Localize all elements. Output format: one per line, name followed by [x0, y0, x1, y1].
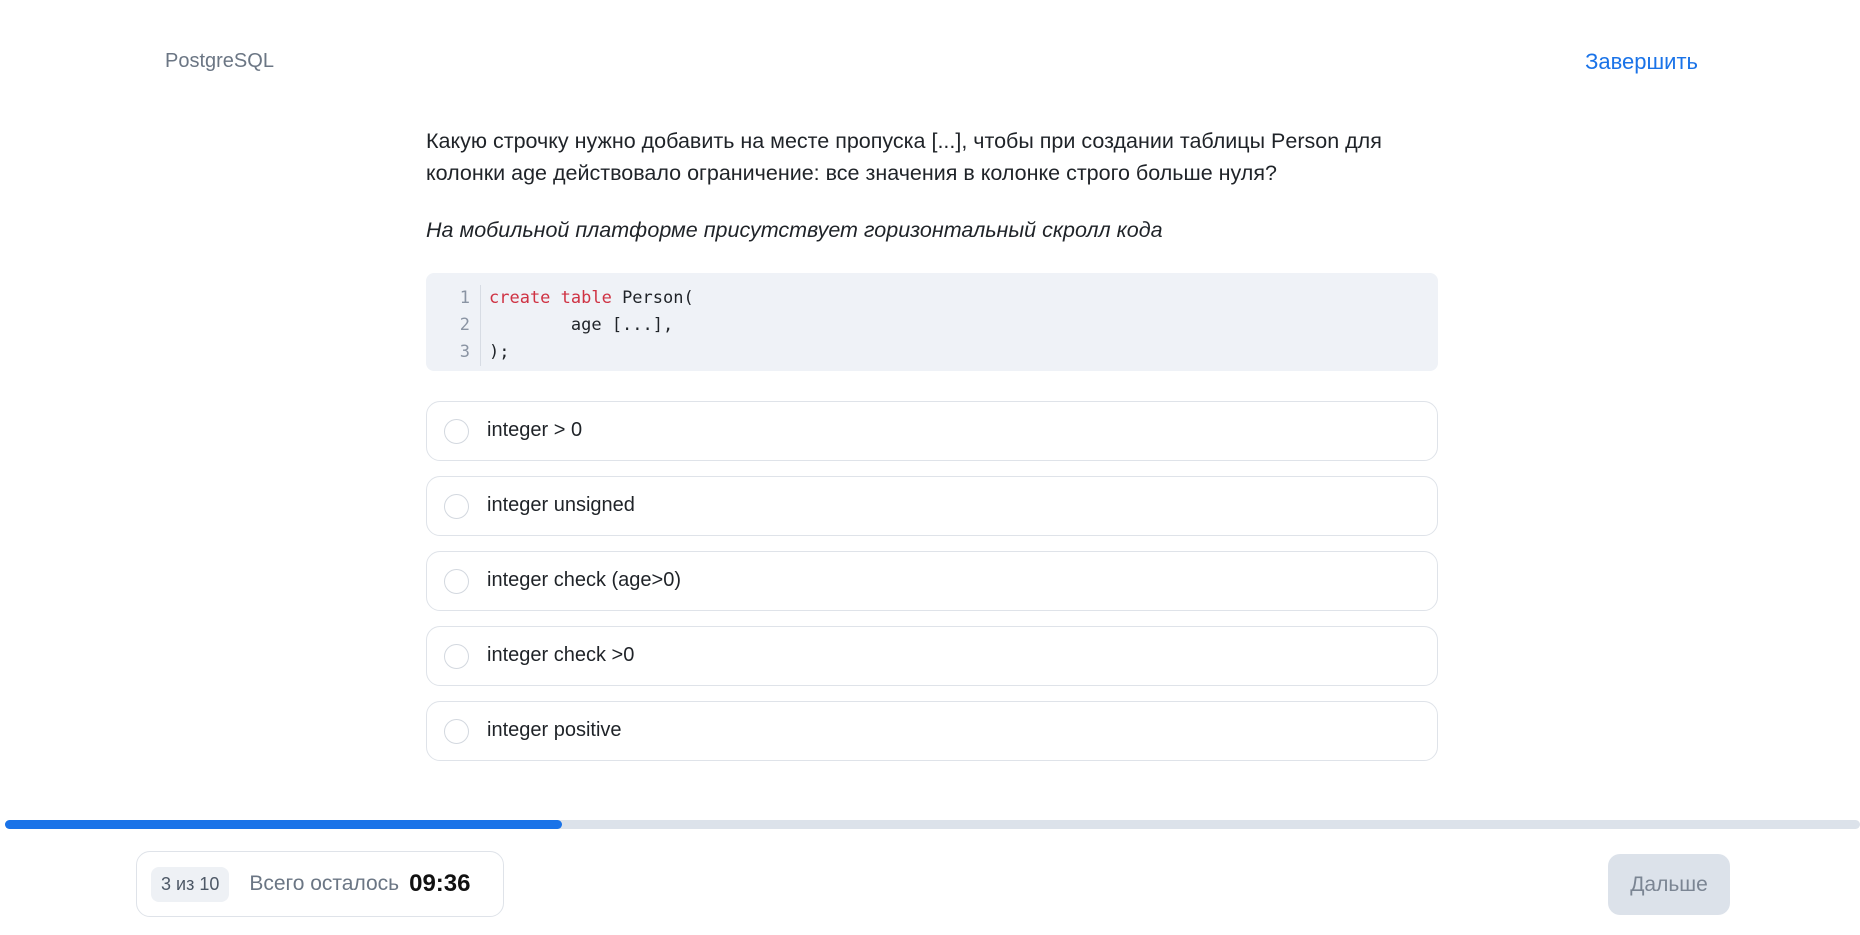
code-block[interactable]: 1 create table Person( 2 age [...], 3);	[426, 273, 1438, 371]
answer-option[interactable]: integer positive	[426, 701, 1438, 761]
question-area: Какую строчку нужно добавить на месте пр…	[426, 125, 1438, 776]
code-scroll-hint: На мобильной платформе присутствует гори…	[426, 218, 1163, 242]
question-text: Какую строчку нужно добавить на месте пр…	[426, 129, 1382, 185]
answer-label: integer unsigned	[487, 494, 635, 516]
answer-label: integer > 0	[487, 419, 583, 441]
line-number: 2	[426, 312, 481, 339]
answer-options: integer > 0 integer unsigned integer che…	[426, 401, 1438, 761]
answer-option[interactable]: integer > 0	[426, 401, 1438, 461]
progress-bar	[5, 820, 1860, 829]
code-keyword: create table	[489, 288, 612, 308]
answer-label: integer positive	[487, 719, 622, 741]
quiz-status: 3 из 10 Всего осталось 09:36	[136, 851, 504, 917]
answer-option[interactable]: integer check >0	[426, 626, 1438, 686]
code-text: Person(	[611, 288, 694, 308]
answer-option[interactable]: integer unsigned	[426, 476, 1438, 536]
answer-option[interactable]: integer check (age>0)	[426, 551, 1438, 611]
radio-button[interactable]	[444, 644, 469, 669]
code-line: 3);	[426, 339, 1438, 366]
top-bar: PostgreSQL Завершить	[0, 0, 1860, 120]
countdown-timer: 09:36	[409, 870, 471, 897]
answer-label: integer check (age>0)	[487, 569, 682, 591]
line-number: 3	[426, 339, 481, 366]
code-text: age [...],	[489, 315, 674, 335]
line-number: 1	[426, 285, 481, 312]
next-button[interactable]: Дальше	[1608, 854, 1730, 915]
radio-button[interactable]	[444, 494, 469, 519]
code-line: 2 age [...],	[426, 312, 1438, 339]
code-text: );	[489, 342, 510, 362]
step-counter: 3 из 10	[151, 866, 230, 902]
answer-label: integer check >0	[487, 644, 635, 666]
time-remaining-label: Всего осталось	[249, 872, 400, 895]
progress-fill	[5, 820, 562, 829]
radio-button[interactable]	[444, 419, 469, 444]
course-title: PostgreSQL	[165, 50, 274, 72]
radio-button[interactable]	[444, 719, 469, 744]
radio-button[interactable]	[444, 569, 469, 594]
finish-button[interactable]: Завершить	[1585, 49, 1698, 75]
code-line: 1 create table Person(	[426, 285, 1438, 312]
